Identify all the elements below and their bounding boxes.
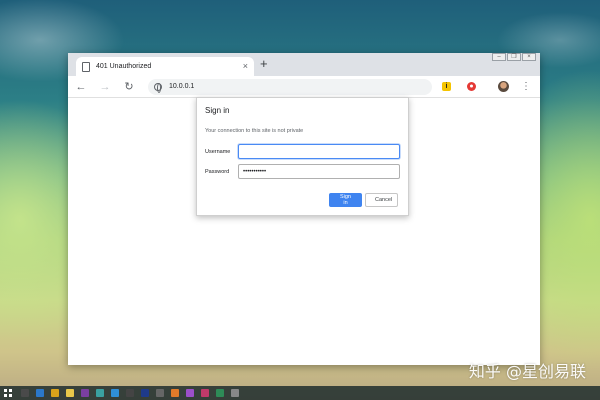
menu-dots-icon[interactable]: ⋮ — [521, 81, 531, 92]
page-icon — [82, 61, 90, 72]
back-arrow-icon[interactable]: ← — [74, 81, 88, 93]
browser-toolbar: ← → ↻ 10.0.0.1 i ● ⋮ — [68, 76, 540, 98]
taskbar-app-icon[interactable] — [96, 389, 104, 397]
taskbar-app-icon[interactable] — [126, 389, 134, 397]
taskbar-app-icon[interactable] — [186, 389, 194, 397]
dialog-title: Sign in — [205, 106, 230, 115]
dialog-buttons: Sign in Cancel — [329, 193, 398, 207]
profile-avatar[interactable] — [498, 81, 509, 92]
tab-close-icon[interactable]: × — [243, 62, 248, 71]
windows-start-icon[interactable] — [4, 389, 12, 397]
taskbar-app-icon[interactable] — [81, 389, 89, 397]
globe-icon — [154, 82, 162, 93]
taskbar-app-icon[interactable] — [201, 389, 209, 397]
taskbar-app-icon[interactable] — [66, 389, 74, 397]
close-window-button[interactable]: × — [522, 53, 536, 61]
taskbar-app-icon[interactable] — [156, 389, 164, 397]
taskbar — [0, 386, 600, 400]
maximize-button[interactable]: ❐ — [507, 53, 521, 61]
extension-red-icon[interactable]: ● — [467, 82, 476, 91]
reload-icon[interactable]: ↻ — [122, 80, 136, 93]
extension-yellow-icon[interactable]: i — [442, 82, 451, 91]
taskbar-app-icon[interactable] — [231, 389, 239, 397]
address-bar[interactable]: 10.0.0.1 — [148, 78, 432, 95]
username-input[interactable] — [238, 144, 400, 159]
password-label: Password — [205, 168, 230, 175]
window-controls: – ❐ × — [491, 53, 536, 61]
url-text: 10.0.0.1 — [169, 83, 195, 90]
password-row: Password — [205, 164, 400, 179]
taskbar-icons — [21, 389, 246, 397]
watermark-text: 知乎 @星创易联 — [468, 362, 586, 381]
tab-401-unauthorized[interactable]: 401 Unauthorized × — [76, 57, 254, 76]
username-label: Username — [205, 148, 231, 155]
password-input[interactable] — [238, 164, 400, 179]
username-row: Username — [205, 144, 400, 159]
taskbar-app-icon[interactable] — [111, 389, 119, 397]
taskbar-app-icon[interactable] — [21, 389, 29, 397]
taskbar-app-icon[interactable] — [51, 389, 59, 397]
dialog-message: Your connection to this site is not priv… — [205, 128, 304, 134]
minimize-button[interactable]: – — [492, 53, 506, 61]
browser-titlebar: 401 Unauthorized × + – ❐ × — [68, 53, 540, 76]
taskbar-app-icon[interactable] — [216, 389, 224, 397]
sign-in-dialog: Sign in Your connection to this site is … — [196, 97, 409, 216]
taskbar-app-icon[interactable] — [36, 389, 44, 397]
browser-window: 401 Unauthorized × + – ❐ × ← → ↻ 10.0.0.… — [68, 53, 540, 365]
sign-in-button[interactable]: Sign in — [329, 193, 362, 207]
new-tab-button[interactable]: + — [260, 57, 268, 70]
tab-title: 401 Unauthorized — [96, 63, 152, 70]
cancel-button[interactable]: Cancel — [365, 193, 398, 207]
forward-arrow-icon[interactable]: → — [98, 81, 112, 93]
taskbar-app-icon[interactable] — [141, 389, 149, 397]
taskbar-app-icon[interactable] — [171, 389, 179, 397]
